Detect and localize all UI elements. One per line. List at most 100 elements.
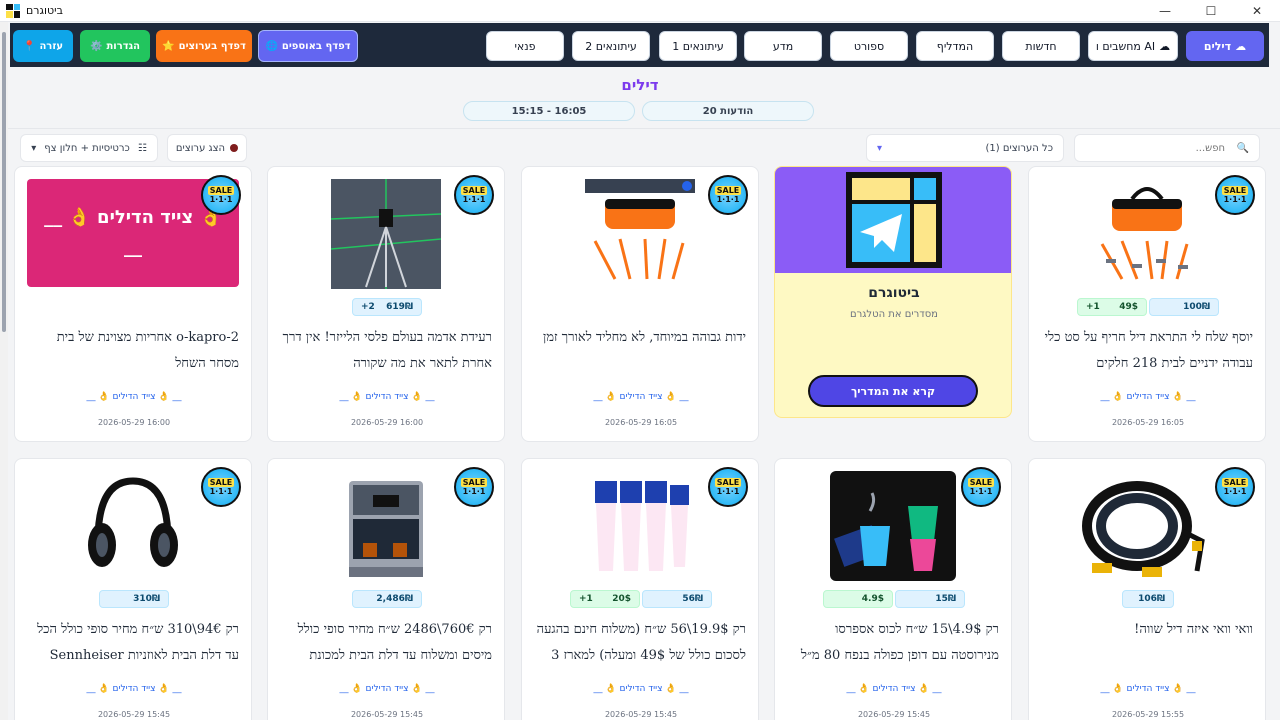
deal-card[interactable]: SALE 1·1·1 +2 619₪ רעידת אדמה בעולם פלסי ה…: [267, 166, 505, 442]
price-row: 4.9$ 15₪: [775, 590, 1011, 608]
post-date: 2026-05-29 16:05: [1111, 418, 1185, 427]
tab-label: המדליף: [936, 39, 974, 53]
show-channels-label: הצג ערוצים: [175, 142, 226, 154]
deal-card[interactable]: SALE 1·1·1 2,486₪ רק 760€\2486 ש״ח מחיר ס…: [267, 458, 505, 720]
time-range-badge: 15:15 - 16:05: [463, 101, 635, 121]
post-date: 2026-05-29 15:45: [857, 710, 931, 719]
source-channel-link[interactable]: __ 👌 צייד הדילים 👌 __: [522, 392, 758, 402]
tab-label: עיתונאים 2: [585, 39, 637, 53]
cloud-icon: ☁: [1159, 39, 1171, 53]
browse-collections-label: דפדף באוספים: [281, 40, 351, 52]
post-date: 2026-05-29 16:05: [604, 418, 678, 427]
source-channel-link[interactable]: __ 👌 צייד הדילים 👌 __: [15, 392, 251, 402]
scrollbar[interactable]: [0, 22, 8, 720]
post-date: 2026-05-29 15:45: [97, 710, 171, 719]
deal-card[interactable]: SALE 1·1·1 👌 צייד הדילים 👌 __ __ o-kapro-…: [14, 166, 252, 442]
price-usd: 4.9$: [823, 590, 893, 608]
tab-computers-ai[interactable]: מחשבים ו AI ☁: [1088, 31, 1178, 61]
price-ils: 56₪: [642, 590, 712, 608]
promo-subtitle: מסדרים את הטלגרם: [850, 309, 938, 320]
sale-badge-icon: SALE 1·1·1: [708, 467, 748, 507]
post-date: 2026-05-29 15:45: [604, 710, 678, 719]
source-channel-link[interactable]: __ 👌 צייד הדילים 👌 __: [1029, 392, 1265, 402]
price-row: +1 20$ 56₪: [522, 590, 758, 608]
cloud-icon: ☁: [1235, 39, 1247, 53]
source-channel-link[interactable]: __ 👌 צייד הדילים 👌 __: [268, 684, 504, 694]
read-guide-button[interactable]: קרא את המדריך: [808, 375, 978, 407]
show-channels-toggle[interactable]: הצג ערוצים: [167, 134, 247, 162]
browse-channels-button[interactable]: ⭐ דפדף בערוצים: [156, 30, 252, 62]
tab-news[interactable]: חדשות: [1002, 31, 1080, 61]
promo-title: ביטוגרם: [868, 285, 920, 301]
help-label: עזרה: [39, 40, 63, 52]
source-channel-link[interactable]: __ 👌 צייד הדילים 👌 __: [775, 684, 1011, 694]
tab-label: דילים: [1203, 39, 1232, 53]
help-button[interactable]: 📍 עזרה: [13, 30, 73, 62]
sale-badge-icon: SALE 1·1·1: [1215, 175, 1255, 215]
price-row: +2 619₪: [268, 298, 504, 316]
source-channel-link[interactable]: __ 👌 צייד הדילים 👌 __: [1029, 684, 1265, 694]
price-usd: +1 49$: [1077, 298, 1147, 316]
source-channel-link[interactable]: __ 👌 צייד הדילים 👌 __: [522, 684, 758, 694]
deal-card[interactable]: SALE 1·1·1 310₪ רק 94€\310 ש״ח מחיר סופי …: [14, 458, 252, 720]
deal-card[interactable]: SALE 1·1·1 +1 49$ 100₪ יוסף שלח לי התראת ד…: [1028, 166, 1266, 442]
sale-badge-icon: SALE 1·1·1: [1215, 467, 1255, 507]
deal-card[interactable]: SALE 1·1·1 106₪ וואי וואי איזה דיל שווה! …: [1028, 458, 1266, 720]
price-usd: +1 20$: [570, 590, 640, 608]
gear-icon: ⚙️: [90, 40, 103, 52]
star-icon: ⭐: [162, 40, 175, 52]
divider: [8, 128, 1280, 129]
message-count-badge: 20 הודעות: [642, 101, 814, 121]
browse-channels-label: דפדף בערוצים: [178, 40, 246, 52]
tab-label: מחשבים ו AI: [1095, 39, 1156, 53]
minimize-icon[interactable]: —: [1142, 0, 1188, 22]
browse-collections-button[interactable]: 🌐 דפדף באוספים: [258, 30, 358, 62]
price-row: +1 49$ 100₪: [1029, 298, 1265, 316]
tab-deals[interactable]: דילים ☁: [1186, 31, 1264, 61]
close-icon[interactable]: ✕: [1234, 0, 1280, 22]
search-icon: 🔍: [1236, 142, 1249, 154]
window-title: ביטוגרם: [26, 4, 63, 17]
settings-label: הגדרות: [106, 40, 140, 52]
maximize-icon[interactable]: ☐: [1188, 0, 1234, 22]
tab-label: פנאי: [514, 39, 536, 53]
bitugram-logo-icon: [846, 172, 942, 268]
search-input[interactable]: [1085, 142, 1225, 154]
price-ils: 100₪: [1149, 298, 1219, 316]
deal-card[interactable]: SALE 1·1·1 4.9$ 15₪ רק 4.9$\15 ש״ח לכוס א…: [774, 458, 1012, 720]
tab-journalists-2[interactable]: עיתונאים 2: [572, 31, 650, 61]
post-date: 2026-05-29 16:00: [97, 418, 171, 427]
sale-badge-icon: SALE 1·1·1: [961, 467, 1001, 507]
chevron-down-icon: ▾: [31, 142, 37, 154]
source-channel-link[interactable]: __ 👌 צייד הדילים 👌 __: [268, 392, 504, 402]
post-date: 2026-05-29 15:45: [350, 710, 424, 719]
chevron-down-icon: ▾: [877, 142, 883, 154]
tab-label: עיתונאים 1: [672, 39, 724, 53]
tab-sports[interactable]: ספורט: [830, 31, 908, 61]
settings-button[interactable]: ⚙️ הגדרות: [80, 30, 150, 62]
tab-leaker[interactable]: המדליף: [916, 31, 994, 61]
promo-card: ביטוגרם מסדרים את הטלגרם קרא את המדריך: [774, 166, 1012, 418]
tab-journalists-1[interactable]: עיתונאים 1: [659, 31, 737, 61]
eye-icon: [230, 144, 239, 152]
price-row: 310₪: [15, 590, 251, 608]
tab-science[interactable]: מדע: [744, 31, 822, 61]
promo-banner: [775, 167, 1011, 273]
price-ils: 2,486₪: [352, 590, 422, 608]
deal-card[interactable]: SALE 1·1·1 ידות גבוהה במיוחד, לא מחליד לא…: [521, 166, 759, 442]
deal-card[interactable]: SALE 1·1·1 +1 20$ 56₪ רק 19.9$\56 ש״ח (משל…: [521, 458, 759, 720]
post-date: 2026-05-29 16:00: [350, 418, 424, 427]
search-box[interactable]: 🔍: [1074, 134, 1260, 162]
sale-badge-icon: SALE 1·1·1: [454, 175, 494, 215]
channels-select[interactable]: ▾ כל הערוצים (1): [866, 134, 1064, 162]
tab-leisure[interactable]: פנאי: [486, 31, 564, 61]
tab-label: מדע: [772, 39, 794, 53]
view-mode-select[interactable]: ▾ כרטיסיות + חלון צף ☷: [20, 134, 158, 162]
price-ils: 310₪: [99, 590, 169, 608]
sale-badge-icon: SALE 1·1·1: [201, 175, 241, 215]
source-channel-link[interactable]: __ 👌 צייד הדילים 👌 __: [15, 684, 251, 694]
top-navbar: 📍 עזרה ⚙️ הגדרות ⭐ דפדף בערוצים 🌐 דפדף באוספ…: [10, 23, 1269, 67]
page-title: דילים: [621, 76, 659, 94]
grid-icon: ☷: [137, 142, 147, 154]
sale-badge-icon: SALE 1·1·1: [201, 467, 241, 507]
